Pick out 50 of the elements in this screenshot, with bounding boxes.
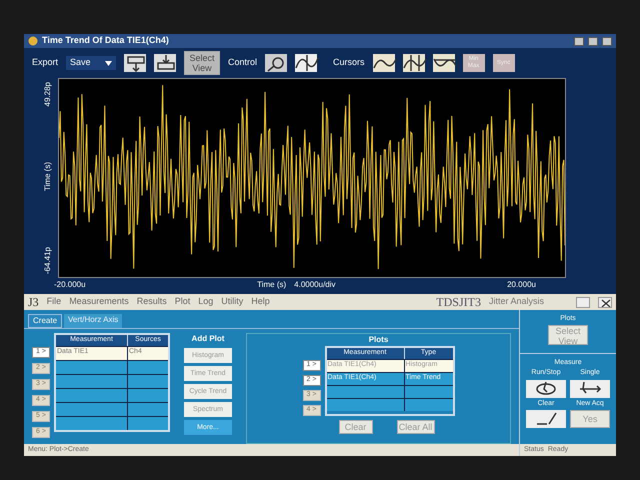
maximize-button[interactable] (588, 36, 598, 46)
plots-title: Plots (368, 334, 388, 346)
close-icon[interactable] (598, 296, 612, 308)
add-plot-title: Add Plot (192, 333, 224, 345)
clear-all-button[interactable]: Clear All (396, 420, 434, 434)
cursor-button[interactable] (402, 54, 425, 72)
cursors-label: Cursors (333, 56, 365, 70)
menu-item[interactable]: Help (251, 295, 270, 309)
x-scale-label: 4.0000u/div (294, 279, 336, 291)
select-view-button[interactable]: Select View (548, 324, 588, 344)
x-max-label: 20.000u (507, 279, 536, 291)
app-icon (28, 36, 38, 46)
dropdown-caret-icon (105, 60, 112, 66)
view-down-button[interactable] (154, 54, 176, 72)
single-button[interactable] (570, 380, 610, 398)
menu-item[interactable]: Plot (174, 295, 190, 309)
cursor-button[interactable] (432, 54, 455, 72)
y-min-label: -64.41p (42, 246, 53, 274)
zoom-button[interactable] (265, 54, 288, 72)
y-max-label: 49.28p (42, 82, 53, 106)
menu-item[interactable]: Utility (221, 295, 244, 309)
cursor-button[interactable] (372, 54, 395, 72)
window-title: Time Trend Of Data TIE1(Ch4) (42, 34, 170, 48)
clear-counter-button[interactable] (526, 410, 566, 428)
x-min-label: -20.000u (54, 279, 86, 291)
close-button[interactable] (602, 36, 612, 46)
menu-item[interactable]: Log (198, 295, 214, 309)
waveform-button[interactable] (295, 54, 318, 72)
view-up-button[interactable] (124, 54, 146, 72)
clear-button[interactable]: Clear (338, 420, 372, 434)
cursor-wave-icon (402, 54, 427, 72)
export-dropdown[interactable]: Save (66, 56, 116, 70)
control-label: Control (228, 56, 258, 70)
menu-item[interactable]: File (46, 295, 62, 309)
table-row[interactable] (56, 360, 168, 374)
tab[interactable]: Create (28, 314, 62, 328)
waveform-icon (295, 54, 320, 72)
tab[interactable]: Vert/Horz Axis (64, 314, 122, 328)
menu-item[interactable]: Results (136, 295, 167, 309)
product-name: TDSJIT3 (436, 294, 481, 311)
x-axis-title: Time (s) (257, 279, 286, 291)
product-subtitle: Jitter Analysis (488, 295, 544, 308)
run-stop-button[interactable] (526, 380, 566, 398)
menu-item[interactable]: Measurements (69, 295, 129, 309)
y-axis-title: Time (s) (42, 162, 53, 192)
select-view-button[interactable]: Select View (184, 51, 220, 75)
new-acq-button[interactable]: Yes (570, 410, 610, 428)
export-label: Export (32, 56, 58, 70)
minimize-button[interactable] (574, 36, 584, 46)
app-logo: J3 (28, 294, 39, 311)
